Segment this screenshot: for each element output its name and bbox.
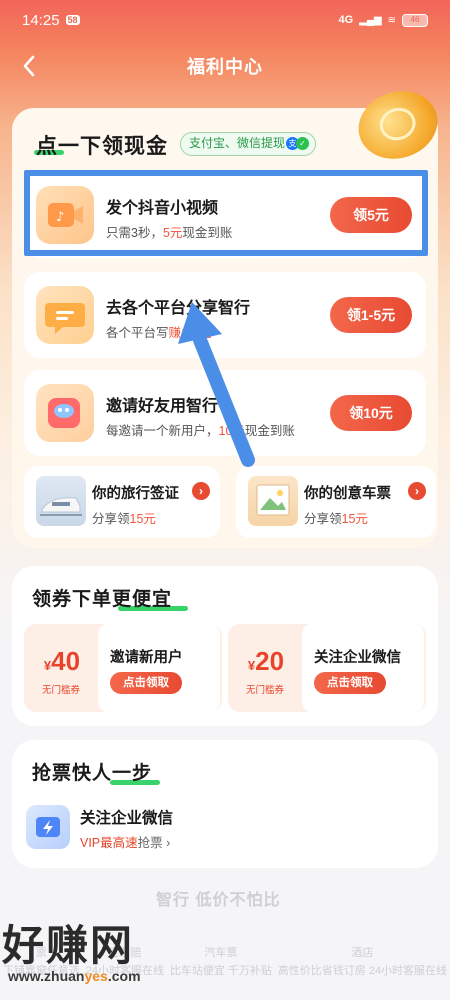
battery-icon: 46 [402,13,428,27]
travel-visa-card[interactable]: 你的旅行签证 分享领15元 › [24,466,220,538]
mini-title: 你的旅行签证 [92,486,179,502]
promo-item: 酒店 高性价比省钱订房 24小时客服在线 [277,947,448,977]
network-label: 4G [338,14,354,26]
chat-bubble-icon [36,286,94,344]
mini-subtitle: 分享领15元 [304,512,368,526]
mini-subtitle: 分享领15元 [92,512,156,526]
wifi-icon: ≋ [387,14,396,26]
coupon-amount: ¥40 [43,646,81,676]
coupon-title: 邀请新用户 [110,650,183,666]
invite-icon [36,384,94,442]
chevron-right-icon[interactable]: › [408,482,426,500]
withdraw-tag: 支付宝、微信提现 支 ✓ [180,132,317,156]
coupon-section-title: 领券下单更便宜 [32,589,173,610]
creative-ticket-card[interactable]: 你的创意车票 分享领15元 › [236,466,436,538]
claim-coupon-button[interactable]: 点击领取 [110,672,182,694]
watermark-logo-text: 好赚网 [2,922,135,969]
withdraw-tag-label: 支付宝、微信提现 [189,136,286,150]
follow-wechat-title[interactable]: 关注企业微信 [80,806,173,828]
cash-section-title: 点一下领现金 [36,135,168,158]
lightning-ticket-icon[interactable] [26,805,70,849]
grab-section-title: 抢票快人一步 [32,763,153,784]
wechat-icon: ✓ [296,137,310,150]
claim-10-button[interactable]: 领10元 [330,395,412,431]
chevron-right-icon[interactable]: › [192,482,210,500]
claim-coupon-button[interactable]: 点击领取 [314,672,386,694]
grab-subtitle: VIP最高速抢票 › [80,836,171,850]
coupon-title: 关注企业微信 [314,650,401,666]
navigation-bar: 福利中心 [0,44,450,88]
notification-badge: 58 [65,15,80,25]
site-watermark: 好赚网 www.zhuanyes.com [0,902,220,1000]
coupon-condition: 无门槛券 [245,685,284,696]
back-chevron-icon[interactable] [16,52,44,80]
highlight-box [24,170,428,256]
annotation-arrow-icon [178,302,255,467]
coupon-40[interactable]: ¥40 无门槛券 邀请新用户 点击领取 [24,624,222,712]
coupon-amount: ¥20 [247,646,285,676]
status-time: 14:25 [22,11,60,29]
picture-icon [248,476,298,526]
signal-icon: ▂▄▆ [359,14,382,26]
coupon-condition: 无门槛券 [41,685,80,696]
train-icon [36,476,86,526]
mini-title: 你的创意车票 [304,486,391,502]
watermark-url: www.zhuanyes.com [8,968,141,984]
claim-1-5-button[interactable]: 领1-5元 [330,297,412,333]
page-title: 福利中心 [187,57,263,77]
status-bar: 14:25 58 4G ▂▄▆ ≋ 46 [0,0,450,40]
coupon-20[interactable]: ¥20 无门槛券 关注企业微信 点击领取 [228,624,426,712]
